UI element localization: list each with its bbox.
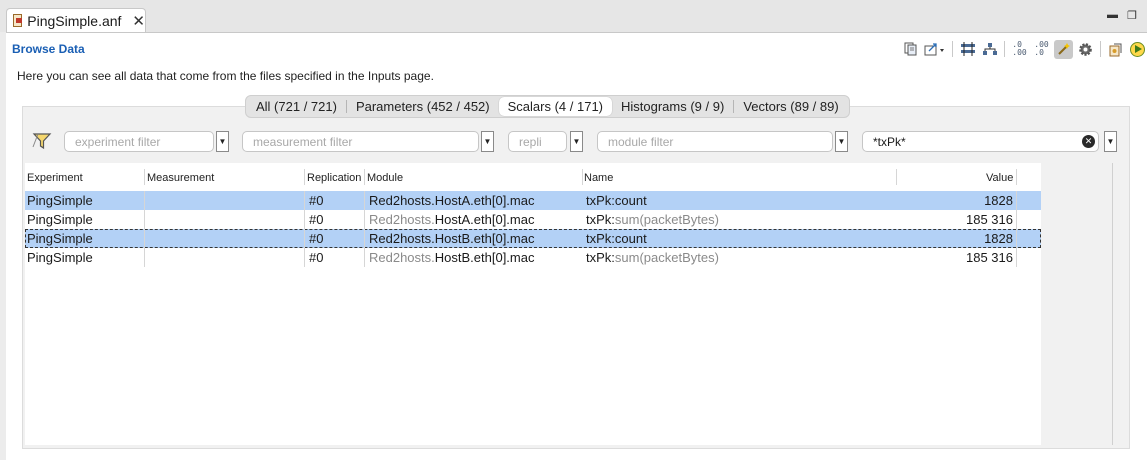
tab-all[interactable]: All (721 / 721) [247, 97, 346, 116]
cell-replication: #0 [309, 231, 324, 246]
export-icon[interactable] [923, 40, 947, 59]
cell-name-rest: sum(packetBytes) [614, 212, 719, 227]
cell-module-rest: HostA.eth[0].mac [434, 193, 535, 208]
gear-icon[interactable] [1076, 40, 1095, 59]
cell-module-rest: HostB.eth[0].mac [434, 231, 535, 246]
table-header: Experiment Measurement Replication Modul… [25, 163, 1041, 189]
name-filter-input[interactable]: *txPk* [862, 131, 1099, 152]
cell-name: txPk:count [586, 193, 647, 208]
module-filter-input[interactable]: module filter [597, 131, 833, 152]
tab-parameters[interactable]: Parameters (452 / 452) [347, 97, 499, 116]
cell-name: txPk:sum(packetBytes) [586, 212, 719, 227]
wand-icon[interactable] [1054, 39, 1073, 59]
browse-data-panel: Browse Data .0 .00 .00 .0 Here you can s… [6, 32, 1147, 460]
run-icon[interactable] [1128, 40, 1147, 59]
cell-name-main: txPk: [586, 193, 615, 208]
cell-experiment: PingSimple [27, 212, 93, 227]
module-filter-dropdown[interactable]: ▼ [835, 131, 848, 152]
cell-module-rest: HostB.eth[0].mac [434, 250, 535, 265]
cell-name-rest: count [614, 193, 647, 208]
toolbar-separator [952, 41, 953, 57]
cell-module-prefix: Red2hosts. [369, 212, 435, 227]
editor-tab-title: PingSimple.anf [27, 12, 122, 29]
tab-histograms[interactable]: Histograms (9 / 9) [612, 97, 733, 116]
cell-module: Red2hosts.HostB.eth[0].mac [369, 250, 534, 265]
replication-filter-dropdown[interactable]: ▼ [570, 131, 583, 152]
tab-scalars[interactable]: Scalars (4 / 171) [498, 97, 612, 116]
page-title: Browse Data [12, 42, 85, 56]
cell-experiment: PingSimple [27, 231, 93, 246]
cell-module-prefix: Red2hosts. [369, 231, 435, 246]
table-row[interactable]: PingSimple #0 Red2hosts.HostB.eth[0].mac tx… [25, 248, 1041, 267]
open-icon[interactable] [1106, 40, 1125, 59]
filter-funnel-icon[interactable] [32, 131, 52, 151]
cell-replication: #0 [309, 193, 324, 208]
cell-module-prefix: Red2hosts. [369, 193, 435, 208]
cell-replication: #0 [309, 212, 324, 227]
table-row[interactable]: PingSimple #0 Red2hosts.HostA.eth[0].mac tx… [25, 191, 1041, 210]
column-header-measurement[interactable]: Measurement [147, 172, 214, 184]
replication-filter-input[interactable]: repli [508, 131, 567, 152]
table-row[interactable]: PingSimple #0 Red2hosts.HostA.eth[0].mac tx… [25, 210, 1041, 229]
cell-name-main: txPk: [586, 212, 615, 227]
scalars-table: Experiment Measurement Replication Modul… [25, 163, 1041, 445]
toolbar: .0 .00 .00 .0 [901, 39, 1147, 59]
cell-name-rest: count [614, 231, 647, 246]
maximize-icon[interactable]: ❐ [1127, 9, 1137, 22]
toolbar-separator [1100, 41, 1101, 57]
editor-tab-bar: PingSimple.anf ✕ ▬ ❐ [0, 0, 1147, 32]
cell-name-rest: sum(packetBytes) [614, 250, 719, 265]
table-empty-area [1041, 163, 1112, 445]
vertical-scrollbar[interactable] [1112, 163, 1113, 445]
column-header-module[interactable]: Module [367, 172, 403, 184]
cell-value: 1828 [984, 231, 1013, 246]
cell-experiment: PingSimple [27, 193, 93, 208]
analysis-file-icon [13, 14, 23, 27]
cell-module: Red2hosts.HostA.eth[0].mac [369, 193, 534, 208]
column-header-value[interactable]: Value [986, 172, 1013, 184]
copy-icon[interactable] [901, 40, 920, 59]
toolbar-separator [1004, 41, 1005, 57]
cell-module: Red2hosts.HostA.eth[0].mac [369, 212, 534, 227]
cell-experiment: PingSimple [27, 250, 93, 265]
flatten-icon[interactable] [958, 40, 977, 59]
close-icon[interactable]: ✕ [132, 12, 145, 30]
column-header-experiment[interactable]: Experiment [27, 172, 83, 184]
increase-precision-icon[interactable]: .0 .00 [1010, 40, 1029, 59]
table-row[interactable]: PingSimple #0 Red2hosts.HostB.eth[0].mac tx… [25, 229, 1041, 248]
cell-name-main: txPk: [586, 250, 615, 265]
name-filter-dropdown[interactable]: ▼ [1104, 131, 1117, 152]
column-header-replication[interactable]: Replication [307, 172, 363, 184]
editor-tab-pingsimple[interactable]: PingSimple.anf ✕ [6, 8, 146, 32]
cell-name-main: txPk: [586, 231, 615, 246]
tab-vectors[interactable]: Vectors (89 / 89) [734, 97, 847, 116]
cell-module-rest: HostA.eth[0].mac [434, 212, 535, 227]
experiment-filter-dropdown[interactable]: ▼ [216, 131, 229, 152]
cell-module: Red2hosts.HostB.eth[0].mac [369, 231, 534, 246]
measurement-filter-input[interactable]: measurement filter [242, 131, 479, 152]
tree-icon[interactable] [980, 40, 999, 59]
column-header-name[interactable]: Name [584, 172, 613, 184]
cell-name: txPk:count [586, 231, 647, 246]
intro-text: Here you can see all data that come from… [17, 69, 434, 83]
data-type-tabs: All (721 / 721) Parameters (452 / 452) S… [245, 95, 850, 118]
cell-replication: #0 [309, 250, 324, 265]
measurement-filter-dropdown[interactable]: ▼ [481, 131, 494, 152]
cell-name: txPk:sum(packetBytes) [586, 250, 719, 265]
decrease-precision-icon[interactable]: .00 .0 [1032, 40, 1051, 59]
cell-module-prefix: Red2hosts. [369, 250, 435, 265]
minimize-icon[interactable]: ▬ [1107, 9, 1118, 21]
cell-value: 185 316 [966, 250, 1013, 265]
experiment-filter-input[interactable]: experiment filter [64, 131, 214, 152]
cell-value: 1828 [984, 193, 1013, 208]
clear-filter-icon[interactable]: ✕ [1082, 135, 1095, 148]
cell-value: 185 316 [966, 212, 1013, 227]
